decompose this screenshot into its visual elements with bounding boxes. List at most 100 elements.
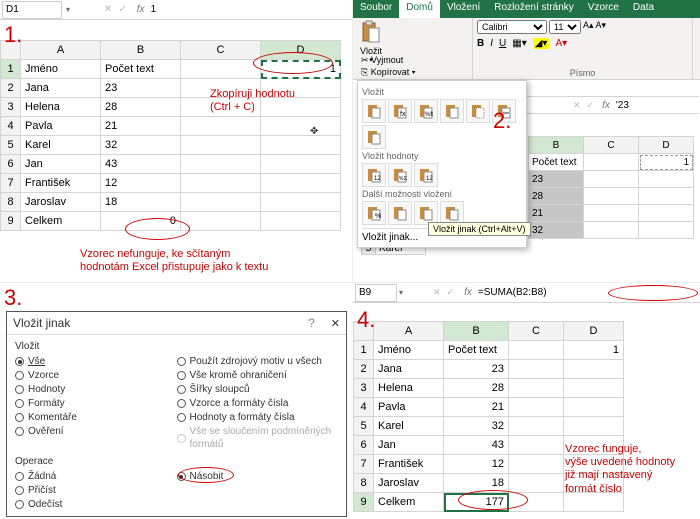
tab-data[interactable]: Data bbox=[626, 0, 661, 18]
tab-formulas[interactable]: Vzorce bbox=[581, 0, 626, 18]
paste-keep-format-icon[interactable] bbox=[440, 99, 464, 123]
cut-button[interactable]: ✂ Vyjmout bbox=[359, 54, 440, 66]
col-header-c[interactable]: C bbox=[181, 41, 261, 60]
font-size-select[interactable]: 11 bbox=[549, 20, 581, 34]
paste-link-icon[interactable] bbox=[388, 201, 412, 225]
radio-formulas-num[interactable]: Vzorce a formáty čísla bbox=[177, 397, 339, 410]
paste-all-icon[interactable] bbox=[362, 99, 386, 123]
table-row[interactable]: 3Helena28 bbox=[354, 379, 624, 398]
radio-komentare[interactable]: Komentáře bbox=[15, 411, 177, 424]
table-row[interactable]: 1JménoPočet text1 bbox=[354, 341, 624, 360]
close-icon[interactable]: ✕ bbox=[331, 318, 340, 330]
radio-hodnoty[interactable]: Hodnoty bbox=[15, 383, 177, 396]
svg-text:123: 123 bbox=[374, 176, 381, 182]
radio-formaty[interactable]: Formáty bbox=[15, 397, 177, 410]
col-header-a[interactable]: A bbox=[21, 41, 101, 60]
tab-home[interactable]: Domů bbox=[399, 0, 440, 18]
underline-button[interactable]: U bbox=[499, 38, 506, 49]
cancel-icon: ✕ bbox=[573, 100, 581, 111]
paste-button[interactable]: Vložit ▾ bbox=[357, 20, 385, 54]
radio-values-num[interactable]: Hodnoty a formáty čísla bbox=[177, 411, 339, 424]
paste-formulas-num-icon[interactable]: %fx bbox=[414, 99, 438, 123]
clipboard-icon bbox=[361, 20, 381, 44]
svg-text:123: 123 bbox=[426, 176, 433, 182]
borders-button[interactable]: ▦▾ bbox=[512, 38, 526, 49]
svg-text:fx: fx bbox=[400, 111, 406, 118]
table-row[interactable]: 4Pavla21 bbox=[1, 117, 341, 136]
col-header-c[interactable]: C bbox=[509, 322, 564, 341]
font-color-button[interactable]: A▾ bbox=[555, 38, 567, 49]
table-row[interactable]: 6Jan43 bbox=[1, 155, 341, 174]
italic-button[interactable]: I bbox=[490, 38, 493, 49]
paste-values-num-icon[interactable]: %123 bbox=[388, 163, 412, 187]
formula-input[interactable]: 1 bbox=[151, 4, 157, 15]
radio-none[interactable]: Žádná bbox=[15, 470, 177, 483]
anno-circle-result bbox=[458, 490, 528, 510]
svg-text:%fx: %fx bbox=[425, 112, 433, 118]
tab-file[interactable]: Soubor bbox=[353, 0, 399, 18]
table-row[interactable]: 7František12 bbox=[1, 174, 341, 193]
table-row[interactable]: 4Pavla21 bbox=[354, 398, 624, 417]
help-icon[interactable]: ? bbox=[308, 316, 315, 330]
name-box[interactable]: B9 bbox=[355, 284, 397, 302]
radio-merge-cond[interactable]: Vše se sloučením podmíněných formátů bbox=[177, 425, 339, 451]
paste-special-dialog: Vložit jinak ?✕ Vložit Vše Vzorce Hodnot… bbox=[6, 311, 347, 517]
paste-formatting-icon[interactable]: % bbox=[362, 201, 386, 225]
table-row[interactable]: 5Karel32 bbox=[354, 417, 624, 436]
paste-no-border-icon[interactable] bbox=[466, 99, 490, 123]
col-header-b[interactable]: B bbox=[101, 41, 181, 60]
copy-button[interactable]: ⎘ Kopírovat ▾ bbox=[359, 66, 440, 78]
radio-vzorce[interactable]: Vzorce bbox=[15, 369, 177, 382]
font-family-select[interactable]: Calibri bbox=[477, 20, 547, 34]
radio-subtract[interactable]: Odečíst bbox=[15, 498, 177, 511]
name-box-dropdown[interactable]: ▾ bbox=[399, 288, 403, 297]
formula-input[interactable]: '23 bbox=[616, 100, 629, 111]
step-1-label: 1. bbox=[4, 22, 22, 48]
anno-circle-zero bbox=[125, 218, 190, 240]
radio-no-border[interactable]: Vše kromě ohraničení bbox=[177, 369, 339, 382]
radio-vse[interactable]: Vše bbox=[15, 355, 177, 368]
decrease-font-icon[interactable]: A▾ bbox=[596, 20, 607, 34]
increase-font-icon[interactable]: A▴ bbox=[583, 20, 594, 34]
fx-icon[interactable]: fx bbox=[602, 100, 610, 111]
bold-button[interactable]: B bbox=[477, 38, 484, 49]
cancel-icon: ✕ bbox=[104, 4, 112, 15]
col-header-d[interactable]: D bbox=[564, 322, 624, 341]
fx-icon[interactable]: fx bbox=[137, 4, 145, 15]
col-header-a[interactable]: A bbox=[374, 322, 444, 341]
name-box[interactable]: D1 bbox=[2, 1, 62, 19]
ribbon-tabs: Soubor Domů Vložení Rozložení stránky Vz… bbox=[353, 0, 700, 18]
step-4-label: 4. bbox=[357, 307, 375, 333]
anno-circle-d1 bbox=[253, 52, 333, 74]
paste-formulas-icon[interactable]: fx bbox=[388, 99, 412, 123]
cursor-icon: ✥ bbox=[310, 126, 318, 137]
operations-section-label: Operace bbox=[15, 456, 338, 467]
tab-layout[interactable]: Rozložení stránky bbox=[487, 0, 580, 18]
radio-col-widths[interactable]: Šířky sloupců bbox=[177, 383, 339, 396]
paste-values-icon[interactable]: 123 bbox=[362, 163, 386, 187]
paste-transpose-icon[interactable] bbox=[362, 125, 386, 149]
svg-text:%123: %123 bbox=[399, 176, 407, 182]
svg-text:%: % bbox=[375, 213, 381, 220]
col-header-b[interactable]: B bbox=[444, 322, 509, 341]
step-2-label: 2. bbox=[493, 108, 511, 134]
fill-color-button[interactable]: ◢▾ bbox=[533, 38, 550, 49]
table-row[interactable]: 2Jana23 bbox=[354, 360, 624, 379]
table-row[interactable]: 8Jaroslav18 bbox=[1, 193, 341, 212]
anno-circle-formula bbox=[608, 285, 698, 301]
name-box-dropdown[interactable]: ▾ bbox=[62, 5, 74, 14]
anno-copy-text: Zkopíruji hodnotu (Ctrl + C) bbox=[210, 88, 295, 114]
formula-bar: D1 ▾ ✕ ✓ fx 1 bbox=[0, 0, 352, 20]
anno-formula-fail: Vzorec nefunguje, ke sčítaným hodnotám E… bbox=[80, 248, 268, 274]
table-row[interactable]: 5Karel32 bbox=[1, 136, 341, 155]
tab-insert[interactable]: Vložení bbox=[440, 0, 487, 18]
paste-values-format-icon[interactable]: 123 bbox=[414, 163, 438, 187]
spreadsheet-grid-fragment[interactable]: BCD Počet text1 23 28 21 32 bbox=[528, 136, 694, 239]
formula-input[interactable]: =SUMA(B2:B8) bbox=[478, 287, 547, 298]
ribbon-body: Vložit ▾ ✂ Vyjmout ⎘ Kopírovat ▾ ✐ Kopír… bbox=[353, 18, 700, 80]
radio-add[interactable]: Přičíst bbox=[15, 484, 177, 497]
radio-source-theme[interactable]: Použít zdrojový motiv u všech bbox=[177, 355, 339, 368]
paste-section-label: Vložit bbox=[15, 341, 338, 352]
fx-icon[interactable]: fx bbox=[464, 287, 472, 298]
radio-overeni[interactable]: Ověření bbox=[15, 425, 177, 438]
